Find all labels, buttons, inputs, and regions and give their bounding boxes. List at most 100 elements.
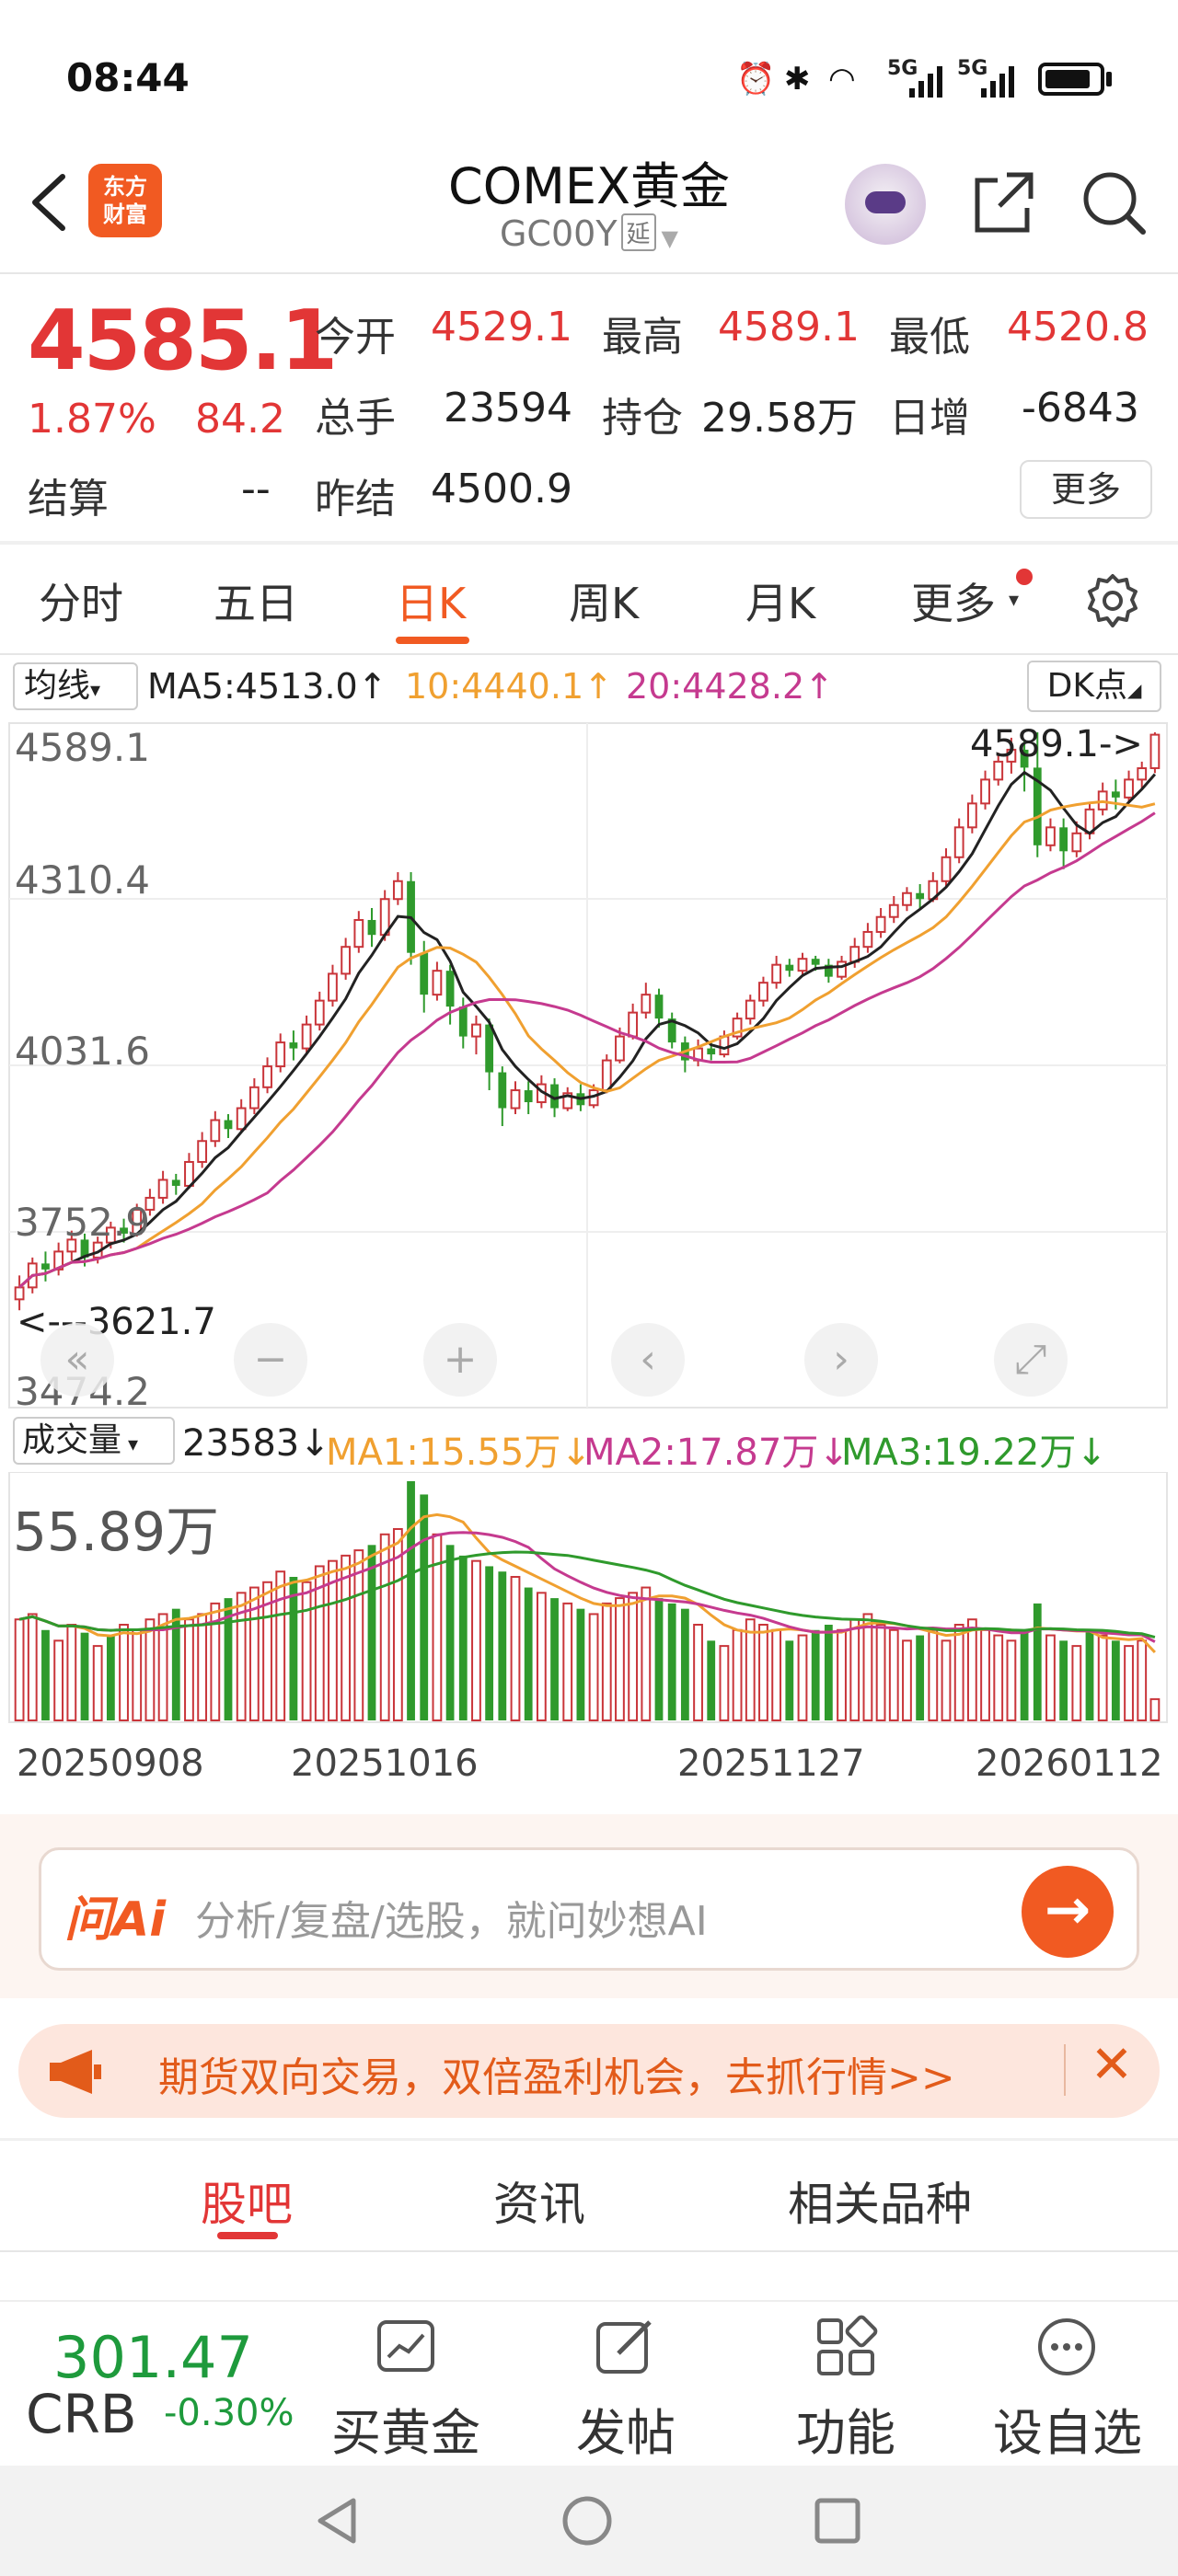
candle-up — [1149, 733, 1161, 769]
caret-down-icon: ▾ — [121, 1433, 139, 1456]
post-button[interactable]: 发帖 — [545, 2392, 707, 2465]
volume-indicator-selector[interactable]: 成交量 ▾ — [13, 1417, 175, 1465]
volume-bar — [797, 1634, 808, 1721]
candle-up — [771, 963, 782, 984]
more-circle-icon[interactable] — [1034, 2315, 1099, 2379]
zoom-in-icon[interactable]: + — [423, 1323, 497, 1397]
candle-up — [262, 1065, 272, 1088]
volume-bar — [510, 1576, 521, 1721]
candle-up — [902, 891, 912, 906]
chart-card-icon[interactable] — [374, 2315, 438, 2379]
volume-bar — [407, 1481, 415, 1720]
volume-bar — [601, 1602, 612, 1721]
date-label-1: 20250908 — [17, 1742, 204, 1785]
ticker-price[interactable]: 301.47 — [53, 2324, 253, 2391]
candle-up — [1137, 767, 1148, 781]
candle-up — [862, 930, 873, 949]
candle-up — [432, 970, 443, 996]
alarm-icon: ⏰ — [736, 61, 776, 98]
volume-bar — [92, 1645, 103, 1721]
indicator-selector[interactable]: 均线▾ — [13, 662, 138, 710]
volume-bar — [1097, 1634, 1108, 1721]
dk-point-label: DK点 — [1046, 667, 1127, 705]
tab-forum[interactable]: 股吧 — [201, 2168, 293, 2234]
ticker-name[interactable]: CRB — [26, 2383, 137, 2445]
share-icon[interactable] — [970, 166, 1036, 239]
prev-settle-value: 4500.9 — [431, 466, 572, 512]
caret-down-icon: ▾ — [1009, 589, 1020, 612]
candle-up — [1124, 778, 1134, 799]
tabs-bottom-divider — [0, 2250, 1178, 2252]
tab-related[interactable]: 相关品种 — [788, 2168, 972, 2234]
tab-intraday[interactable]: 分时 — [39, 570, 123, 631]
app-logo[interactable]: 东方 财富 — [88, 164, 162, 237]
scroll-right-icon[interactable]: › — [804, 1323, 878, 1397]
search-icon[interactable] — [1077, 166, 1150, 239]
fullscreen-icon[interactable]: ⤢ — [994, 1323, 1068, 1397]
volume-bar — [837, 1628, 847, 1721]
more-quote-button[interactable]: 更多 — [1020, 460, 1152, 519]
candle-up — [875, 915, 886, 933]
candle-up — [719, 1035, 730, 1056]
candle-up — [601, 1059, 612, 1092]
volume-bar — [1149, 1697, 1161, 1721]
y-label-2: 4310.4 — [15, 857, 150, 903]
gear-icon[interactable] — [1084, 572, 1141, 629]
volume-bar — [824, 1625, 833, 1720]
candle-up — [248, 1086, 260, 1110]
tab-weekly-k[interactable]: 周K — [569, 570, 639, 631]
zoom-out-icon[interactable]: − — [234, 1323, 307, 1397]
home-circle-icon[interactable] — [560, 2493, 615, 2548]
tab-more[interactable]: 更多 — [911, 570, 996, 631]
contract-code-row[interactable]: GC00Y 延 ▼ — [442, 213, 736, 254]
promo-text[interactable]: 期货双向交易，双倍盈利机会，去抓行情>> — [158, 2044, 955, 2103]
ma5-readout: MA5:4513.0↑ — [147, 666, 387, 707]
volume-bar — [458, 1555, 468, 1720]
arrow-right-icon[interactable]: → — [1022, 1866, 1114, 1958]
system-nav-bar — [0, 2466, 1178, 2576]
candle-up — [197, 1140, 208, 1163]
volume-bar — [41, 1629, 50, 1720]
buy-gold-button[interactable]: 买黄金 — [318, 2392, 493, 2465]
status-time: 08:44 — [66, 55, 190, 100]
volume-bar — [588, 1613, 599, 1721]
functions-button[interactable]: 功能 — [769, 2392, 922, 2465]
candle-up — [328, 972, 338, 1002]
tab-daily-k[interactable]: 日K — [396, 570, 466, 631]
volume-bar — [628, 1592, 639, 1721]
jump-start-icon[interactable]: « — [40, 1323, 114, 1397]
volume-bar — [471, 1559, 481, 1721]
grid-icon[interactable] — [814, 2315, 878, 2379]
add-watchlist-button[interactable]: 设自选 — [976, 2392, 1160, 2465]
candle-down — [224, 1120, 233, 1130]
volume-ma1: MA1:15.55万↓ — [326, 1432, 592, 1474]
candle-down — [367, 919, 376, 936]
volume-bar — [1020, 1629, 1029, 1720]
volume-bar — [498, 1571, 507, 1720]
candle-up — [628, 1011, 639, 1038]
logo-line-2: 财富 — [103, 201, 147, 227]
candle-down — [811, 959, 820, 965]
close-icon[interactable]: ✕ — [1079, 2035, 1145, 2095]
dk-point-button[interactable]: DK点◢ — [1027, 661, 1161, 712]
tab-monthly-k[interactable]: 月K — [745, 570, 815, 631]
volume-bar — [80, 1632, 89, 1720]
tab-five-day[interactable]: 五日 — [214, 570, 298, 631]
tab-news[interactable]: 资讯 — [493, 2168, 585, 2234]
ai-input-placeholder[interactable]: 分析/复盘/选股，就问妙想AI — [195, 1888, 708, 1947]
chevron-left-icon[interactable] — [26, 166, 72, 239]
indicator-selector-label: 均线 — [24, 667, 91, 705]
candle-up — [1045, 826, 1056, 846]
volume-bar — [524, 1587, 533, 1720]
volume-bar — [654, 1598, 664, 1720]
scroll-left-icon[interactable]: ‹ — [611, 1323, 685, 1397]
volume-bar — [771, 1628, 782, 1721]
back-triangle-icon[interactable] — [309, 2493, 364, 2548]
date-label-2: 20251016 — [291, 1742, 479, 1785]
header-divider — [0, 272, 1178, 274]
recents-square-icon[interactable] — [812, 2495, 863, 2547]
volume-bar — [680, 1608, 689, 1720]
contract-code: GC00Y — [499, 213, 618, 254]
candle-down — [289, 1042, 298, 1049]
edit-icon[interactable] — [593, 2315, 657, 2379]
